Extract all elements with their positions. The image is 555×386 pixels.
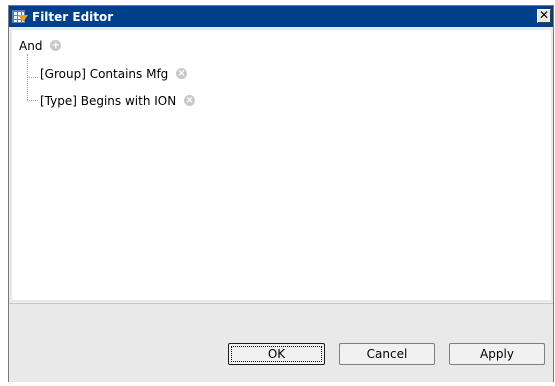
window-title: Filter Editor xyxy=(32,9,114,24)
dialog-button-bar: OK Cancel Apply xyxy=(9,303,553,382)
apply-button[interactable]: Apply xyxy=(449,343,545,365)
close-button[interactable]: ✕ xyxy=(537,9,551,23)
funnel-glyph xyxy=(18,14,28,22)
add-condition-icon[interactable]: + xyxy=(50,40,62,51)
condition-label[interactable]: [Group] Contains Mfg xyxy=(40,67,168,81)
tree-connector-branch-1 xyxy=(27,77,38,78)
group-operator-label[interactable]: And xyxy=(19,39,42,53)
close-icon: ✕ xyxy=(538,8,550,22)
cancel-button[interactable]: Cancel xyxy=(339,343,435,365)
focus-rectangle xyxy=(231,346,322,362)
cancel-button-label: Cancel xyxy=(366,347,408,361)
tree-connector-branch-2 xyxy=(27,100,38,101)
condition-node: [Group] Contains Mfg × xyxy=(40,67,188,81)
group-operator-node: And + xyxy=(19,39,62,53)
filter-editor-dialog: Filter Editor ✕ And + [Group] Contains M… xyxy=(8,5,554,382)
title-bar[interactable]: Filter Editor ✕ xyxy=(9,6,553,27)
remove-condition-icon[interactable]: × xyxy=(176,68,188,79)
remove-condition-icon[interactable]: × xyxy=(184,95,196,106)
filter-editor-app-icon xyxy=(12,9,28,25)
condition-node: [Type] Begins with ION × xyxy=(40,94,196,108)
apply-button-label: Apply xyxy=(480,347,514,361)
ok-button[interactable]: OK xyxy=(228,343,325,365)
condition-label[interactable]: [Type] Begins with ION xyxy=(40,94,176,108)
filter-tree[interactable]: And + [Group] Contains Mfg × [Type] Begi… xyxy=(12,30,551,300)
